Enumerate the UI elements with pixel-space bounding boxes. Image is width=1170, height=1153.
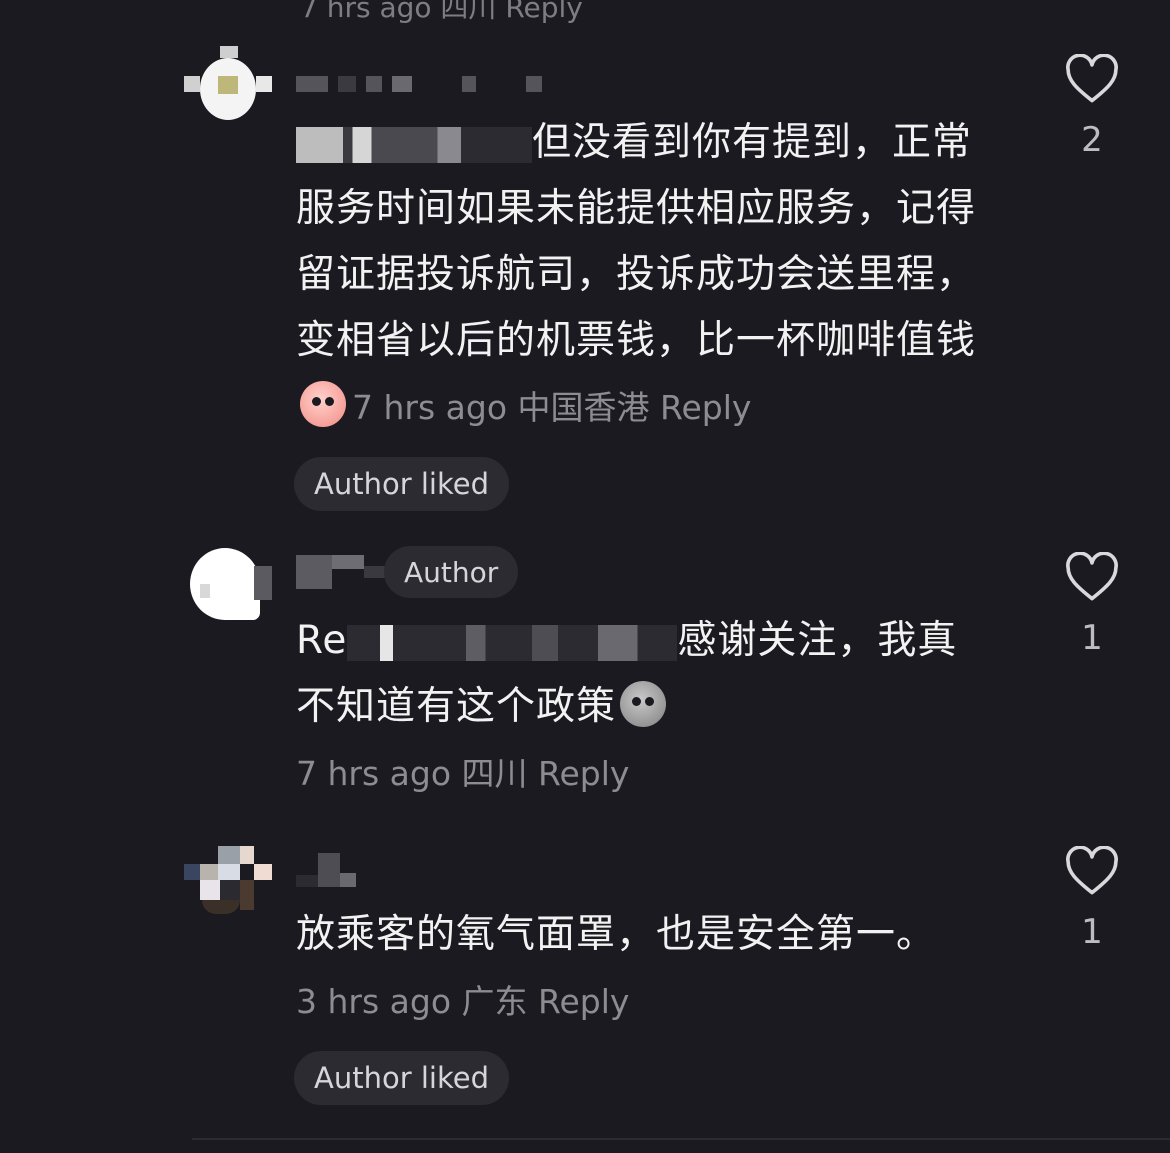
heart-outline-icon <box>1066 54 1118 103</box>
reply-link[interactable]: Reply <box>538 754 629 793</box>
redacted-mention <box>347 624 678 661</box>
avatar[interactable] <box>184 46 272 134</box>
username-blurred[interactable] <box>296 60 542 108</box>
author-liked-badge: Author liked <box>294 1051 509 1105</box>
divider <box>192 1138 1170 1140</box>
avatar[interactable] <box>184 846 272 934</box>
heart-outline-icon <box>1066 846 1118 895</box>
author-badge: Author <box>384 546 519 598</box>
comment-thread: 7 hrs ago 四川 Reply 但没看到你有提到，正常服务时间如果未能提供… <box>0 0 1170 1153</box>
like-count: 2 <box>1081 120 1103 160</box>
comment-location: 广东 <box>461 982 528 1021</box>
username-blurred[interactable] <box>296 846 356 894</box>
username-blurred[interactable]: Author <box>296 546 519 598</box>
comment-text: 但没看到你有提到，正常服务时间如果未能提供相应服务，记得留证据投诉航司，投诉成功… <box>296 120 977 427</box>
like-button[interactable]: 2 <box>1062 54 1122 160</box>
comment-location: 四川 <box>461 754 528 793</box>
comment-text: 放乘客的氧气面罩，也是安全第一。 3 hrs ago 广东 Reply <box>296 912 937 1021</box>
author-liked-badge: Author liked <box>294 457 509 511</box>
comment-time: 7 hrs ago <box>296 754 452 793</box>
reply-link[interactable]: Reply <box>538 982 629 1021</box>
like-count: 1 <box>1081 912 1103 952</box>
like-button[interactable]: 1 <box>1062 552 1122 658</box>
previous-comment-meta: 7 hrs ago 四川 Reply <box>300 0 583 24</box>
shocked-emoji <box>620 681 667 727</box>
comment-time: 7 hrs ago <box>352 388 508 427</box>
comment-location: 中国香港 <box>517 388 650 427</box>
heart-outline-icon <box>1066 552 1118 601</box>
avatar[interactable] <box>190 548 278 636</box>
reply-link[interactable]: Reply <box>660 388 751 427</box>
blush-emoji <box>300 381 346 427</box>
comment-time: 3 hrs ago <box>296 982 452 1021</box>
redacted-mention <box>296 126 532 163</box>
like-button[interactable]: 1 <box>1062 846 1122 952</box>
comment-text: Re 感谢关注，我真不知道有这个政策 7 hrs ago 四川 Reply <box>296 618 958 793</box>
like-count: 1 <box>1081 618 1103 658</box>
